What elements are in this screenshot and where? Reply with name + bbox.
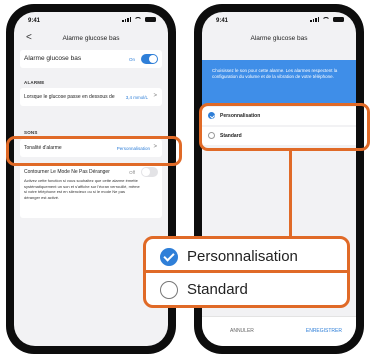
info-banner: Choisissez le son pour cette alarme. Les… — [202, 60, 356, 106]
zoom-option-standard[interactable]: Standard — [146, 274, 347, 305]
cancel-button[interactable]: ANNULER — [230, 328, 254, 334]
status-time: 9:41 — [28, 18, 41, 24]
banner-text: Choisissez le son pour cette alarme. Les… — [212, 68, 338, 79]
threshold-value: 3,4 mmol/L — [125, 94, 148, 100]
section-header-sons: SONS — [24, 130, 38, 135]
signal-icon — [310, 17, 319, 22]
battery-icon — [145, 17, 156, 22]
status-bar: 9:41 — [14, 12, 168, 30]
zoom-option-personnalisation[interactable]: Personnalisation — [146, 241, 347, 273]
radio-unchecked-icon[interactable] — [160, 281, 178, 299]
dnd-state-text: Off — [129, 170, 135, 175]
wifi-icon — [134, 17, 142, 22]
alarm-toggle-row[interactable]: Alarme glucose bas On — [20, 50, 162, 68]
nav-bar: Alarme glucose bas — [202, 32, 356, 48]
zoom-option-label: Standard — [187, 281, 248, 298]
signal-icon — [122, 17, 131, 22]
threshold-label: Lorsque le glucose passe en dessous de — [24, 94, 115, 100]
callout-connector — [289, 149, 292, 242]
battery-icon — [333, 17, 344, 22]
status-time: 9:41 — [216, 18, 229, 24]
wifi-icon — [322, 17, 330, 22]
status-bar: 9:41 — [202, 12, 356, 30]
action-bar: ANNULER ENREGISTRER — [202, 316, 356, 346]
page-title: Alarme glucose bas — [62, 35, 120, 42]
toggle-state-text: On — [128, 56, 135, 62]
save-button[interactable]: ENREGISTRER — [306, 328, 342, 334]
zoom-option-label: Personnalisation — [187, 248, 298, 265]
tone-row-highlight — [6, 136, 182, 166]
alarm-toggle-switch[interactable] — [141, 54, 158, 64]
dnd-toggle-switch[interactable] — [141, 167, 158, 177]
dnd-label: Contourner Le Mode Ne Pas Déranger — [24, 169, 110, 175]
radio-checked-icon[interactable] — [160, 248, 178, 266]
dnd-description: Activez cette fonction si vous souhaitez… — [24, 178, 140, 200]
options-highlight — [199, 103, 370, 151]
alarm-toggle-label: Alarme glucose bas — [24, 55, 82, 62]
dnd-row[interactable]: Contourner Le Mode Ne Pas Déranger Off A… — [20, 164, 162, 218]
chevron-right-icon: > — [153, 93, 157, 99]
nav-bar: < Alarme glucose bas — [14, 32, 168, 48]
section-header-alarme: ALARME — [24, 80, 45, 85]
zoom-callout: Personnalisation Standard — [143, 236, 350, 308]
threshold-row[interactable]: Lorsque le glucose passe en dessous de 3… — [20, 88, 162, 106]
page-title: Alarme glucose bas — [250, 35, 308, 42]
